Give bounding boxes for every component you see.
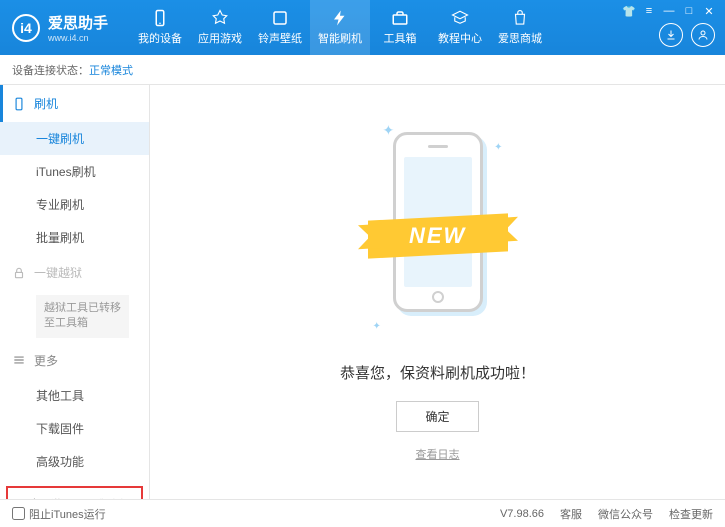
nav-tutorials[interactable]: 教程中心	[430, 0, 490, 55]
nav-label: 铃声壁纸	[258, 30, 302, 46]
phone-icon	[12, 97, 26, 111]
more-icon	[12, 353, 26, 367]
flash-icon	[331, 9, 349, 27]
footer-link-support[interactable]: 客服	[560, 506, 582, 522]
checkbox-input[interactable]	[12, 507, 25, 520]
sidebar-item-pro-flash[interactable]: 专业刷机	[0, 188, 149, 221]
group-label: 更多	[34, 352, 58, 369]
sidebar-group-flash[interactable]: 刷机	[0, 85, 149, 122]
group-label: 刷机	[34, 95, 58, 112]
nav-toolbox[interactable]: 工具箱	[370, 0, 430, 55]
store-icon	[511, 9, 529, 27]
app-header: i4 爱思助手 www.i4.cn 我的设备 应用游戏 铃声壁纸 智能刷机 工具…	[0, 0, 725, 55]
menu-icon[interactable]: ≡	[641, 4, 657, 18]
jailbreak-note: 越狱工具已转移至工具箱	[36, 295, 129, 338]
ok-button[interactable]: 确定	[396, 401, 478, 432]
group-label: 一键越狱	[34, 264, 82, 281]
maximize-icon[interactable]: □	[681, 4, 697, 18]
logo-icon: i4	[12, 14, 40, 42]
sparkle-icon: ✦	[373, 321, 381, 332]
app-title: 爱思助手	[48, 12, 108, 33]
status-label: 设备连接状态：	[12, 62, 89, 78]
nav-store[interactable]: 爱思商城	[490, 0, 550, 55]
sidebar-item-itunes-flash[interactable]: iTunes刷机	[0, 155, 149, 188]
nav-ringtones[interactable]: 铃声壁纸	[250, 0, 310, 55]
sidebar-item-advanced[interactable]: 高级功能	[0, 445, 149, 478]
close-icon[interactable]: ✕	[701, 4, 717, 18]
window-controls: 👕 ≡ — □ ✕	[621, 4, 717, 18]
block-itunes-checkbox[interactable]: 阻止iTunes运行	[12, 506, 106, 522]
sidebar-group-jailbreak: 一键越狱	[0, 254, 149, 291]
minimize-icon[interactable]: —	[661, 4, 677, 18]
logo-area: i4 爱思助手 www.i4.cn	[0, 12, 120, 43]
sidebar-item-download-firmware[interactable]: 下载固件	[0, 412, 149, 445]
nav-apps-games[interactable]: 应用游戏	[190, 0, 250, 55]
footer: 阻止iTunes运行 V7.98.66 客服 微信公众号 检查更新	[0, 499, 725, 527]
tutorial-icon	[451, 9, 469, 27]
nav-label: 我的设备	[138, 30, 182, 46]
apps-icon	[211, 9, 229, 27]
success-message: 恭喜您，保资料刷机成功啦！	[340, 362, 535, 383]
sidebar-item-batch-flash[interactable]: 批量刷机	[0, 221, 149, 254]
sparkle-icon: ✦	[383, 122, 395, 139]
status-bar: 设备连接状态： 正常模式	[0, 55, 725, 85]
user-button[interactable]	[691, 23, 715, 47]
version-label: V7.98.66	[500, 508, 544, 520]
status-value: 正常模式	[89, 62, 133, 78]
wallpaper-icon	[271, 9, 289, 27]
checkbox-label: 阻止iTunes运行	[29, 506, 106, 522]
nav-label: 爱思商城	[498, 30, 542, 46]
sidebar: 刷机 一键刷机 iTunes刷机 专业刷机 批量刷机 一键越狱 越狱工具已转移至…	[0, 85, 150, 499]
sparkle-icon: ✦	[494, 142, 502, 153]
nav-my-device[interactable]: 我的设备	[130, 0, 190, 55]
nav-smart-flash[interactable]: 智能刷机	[310, 0, 370, 55]
sidebar-item-other-tools[interactable]: 其他工具	[0, 379, 149, 412]
download-button[interactable]	[659, 23, 683, 47]
new-badge: NEW	[368, 213, 508, 258]
skin-icon[interactable]: 👕	[621, 4, 637, 18]
nav-label: 教程中心	[438, 30, 482, 46]
lock-icon	[12, 266, 26, 280]
main-nav: 我的设备 应用游戏 铃声壁纸 智能刷机 工具箱 教程中心 爱思商城	[130, 0, 550, 55]
sidebar-item-oneclick-flash[interactable]: 一键刷机	[0, 122, 149, 155]
app-url: www.i4.cn	[48, 33, 108, 43]
view-log-link[interactable]: 查看日志	[416, 446, 460, 462]
toolbox-icon	[391, 9, 409, 27]
phone-icon	[151, 9, 169, 27]
nav-label: 工具箱	[384, 30, 417, 46]
footer-link-update[interactable]: 检查更新	[669, 506, 713, 522]
sidebar-group-more[interactable]: 更多	[0, 342, 149, 379]
main-panel: ✦ ✦ ✦ NEW 恭喜您，保资料刷机成功啦！ 确定 查看日志	[150, 85, 725, 499]
footer-link-wechat[interactable]: 微信公众号	[598, 506, 653, 522]
options-frame: 自动激活 跳过向导	[6, 486, 143, 499]
nav-label: 应用游戏	[198, 30, 242, 46]
phone-illustration: ✦ ✦ ✦ NEW	[373, 122, 503, 342]
nav-label: 智能刷机	[318, 30, 362, 46]
